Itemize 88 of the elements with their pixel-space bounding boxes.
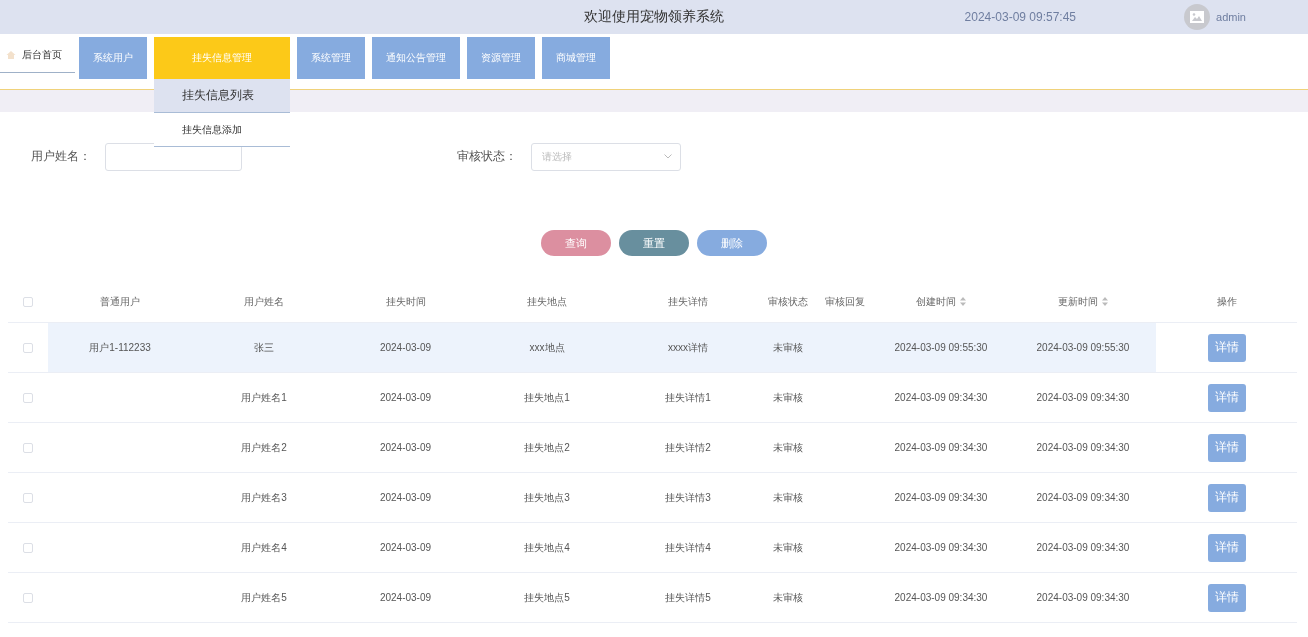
table-cell: 2024-03-09 [336,323,475,372]
table-cell-text: 挂失详情1 [664,390,712,405]
column-header: 用户姓名 [244,294,284,309]
table-cell: xxxx详情 [619,323,757,372]
system-title: 欢迎使用宠物领养系统 [584,8,724,26]
table-cell-text: 挂失详情4 [664,540,712,555]
table-cell-text: 2024-03-09 09:34:30 [893,541,989,555]
column-header: 挂失地点 [527,294,567,309]
column-header: 普通用户 [100,294,140,309]
table-cell: xxx地点 [475,323,619,372]
submenu-item[interactable]: 挂失信息列表 [154,79,290,113]
table-cell-text: 用户姓名3 [240,490,288,505]
row-checkbox[interactable] [23,542,33,553]
table-cell-text: 挂失地点4 [523,540,571,555]
nav-menu-button[interactable]: 商城管理 [542,37,610,79]
table-cell-text: 2024-03-09 09:34:30 [893,441,989,455]
detail-button[interactable]: 详情 [1207,383,1246,412]
column-header: 创建时间 [916,294,956,309]
sort-icon[interactable] [960,297,966,306]
action-button[interactable]: 删除 [697,230,767,256]
table-cell-text: 2024-03-09 09:34:30 [1035,441,1131,455]
table-cell-text: 2024-03-09 [378,491,433,505]
table-cell-text: 2024-03-09 [378,591,433,605]
table-cell-text: 用户姓名2 [240,440,288,455]
nav-menu-button[interactable]: 系统用户 [79,37,147,79]
column-header: 挂失时间 [385,294,426,309]
table-cell-text: 挂失详情3 [664,490,712,505]
column-header: 更新时间 [1058,294,1098,309]
column-header: 操作 [1216,294,1237,309]
table-cell: 未审核 [757,323,818,372]
table-cell-text: 2024-03-09 09:34:30 [893,491,989,505]
user-name[interactable]: admin [1216,11,1246,23]
table-cell-text: 用户姓名1 [240,390,288,405]
column-header: 审核状态 [767,294,808,309]
table-cell: 2024-03-09 09:55:30 [872,323,1010,372]
table-cell-text: 2024-03-09 09:34:30 [893,391,989,405]
filter-label: 用户姓名： [31,148,91,165]
sort-icon[interactable] [1102,297,1108,306]
table-cell-text: 未审核 [771,540,804,555]
table-cell-text: 2024-03-09 09:34:30 [1035,591,1131,605]
action-button[interactable]: 重置 [619,230,689,256]
table-cell: 用户1-112233 [48,323,192,372]
row-checkbox[interactable] [23,592,33,603]
column-header: 挂失详情 [668,294,708,309]
table-cell-text: 2024-03-09 [378,541,433,555]
table-cell: 2024-03-09 09:55:30 [1010,323,1156,372]
nav-menu-button[interactable]: 系统管理 [297,37,365,79]
avatar-image-icon[interactable] [1184,4,1211,30]
row-checkbox[interactable] [23,492,33,503]
nav-menu-button[interactable]: 资源管理 [467,37,535,79]
table-cell-text: 挂失地点5 [523,590,571,605]
detail-button[interactable]: 详情 [1207,583,1246,612]
row-checkbox[interactable] [23,392,33,403]
chevron-down-icon [664,154,672,159]
status-select[interactable]: 请选择 [531,142,681,171]
filter-label: 审核状态： [457,148,517,165]
column-header: 审核回复 [825,294,865,309]
table-cell-text: 挂失详情2 [664,440,712,455]
detail-button[interactable]: 详情 [1207,433,1246,462]
table-cell-text: 2024-03-09 09:34:30 [893,591,989,605]
table-cell-text: 2024-03-09 [378,441,433,455]
table-cell-text: 2024-03-09 [378,391,433,405]
home-tab[interactable]: 后台首页 [0,37,75,73]
table-cell-text: 未审核 [771,440,804,455]
table-cell-text: 用户姓名4 [240,540,288,555]
table-cell-text: 挂失地点1 [523,390,571,405]
current-time: 2024-03-09 09:57:45 [964,10,1077,24]
table-cell-text: 未审核 [771,390,804,405]
row-checkbox[interactable] [23,342,33,353]
detail-button[interactable]: 详情 [1207,333,1246,362]
detail-button[interactable]: 详情 [1207,483,1246,512]
detail-button[interactable]: 详情 [1207,533,1246,562]
nav-menu-button[interactable]: 挂失信息管理 [154,37,290,79]
table-cell-text: 挂失地点2 [523,440,571,455]
nav-menu-button[interactable]: 通知公告管理 [372,37,460,79]
table-cell-text: 挂失详情5 [664,590,712,605]
table-cell-text: 用户姓名5 [240,590,288,605]
table-cell-text: 未审核 [771,590,804,605]
table-cell-text: 2024-03-09 09:34:30 [1035,491,1131,505]
table-cell-text: 2024-03-09 09:34:30 [1035,391,1131,405]
table-cell-text: 未审核 [771,490,804,505]
select-all-checkbox[interactable] [23,296,33,307]
home-icon [6,49,16,60]
action-button[interactable]: 查询 [541,230,611,256]
table-cell-text: 2024-03-09 09:34:30 [1035,541,1131,555]
table-cell: 张三 [192,323,336,372]
table-cell-text: 挂失地点3 [523,490,571,505]
row-checkbox[interactable] [23,442,33,453]
